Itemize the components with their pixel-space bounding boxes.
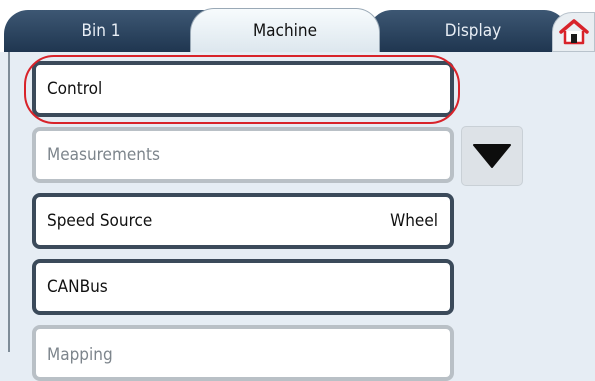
menu-item-label: CANBus: [47, 277, 108, 297]
home-icon: [558, 19, 589, 45]
menu-item-mapping[interactable]: Mapping: [32, 325, 454, 381]
tab-display[interactable]: Display: [368, 10, 568, 52]
tab-display-label: Display: [444, 21, 502, 41]
menu-item-label: Speed Source: [47, 211, 153, 231]
tab-machine-label: Machine: [252, 20, 318, 41]
scroll-down-button[interactable]: [461, 126, 523, 186]
menu-item-control[interactable]: Control: [32, 61, 454, 117]
menu-item-label: Control: [47, 79, 103, 99]
tab-machine[interactable]: Machine: [190, 8, 380, 52]
tab-bar: Bin 1 Display Machine: [0, 0, 595, 52]
triangle-down-icon: [473, 144, 511, 168]
menu-item-value: Wheel: [390, 211, 438, 231]
menu-item-speed-source[interactable]: Speed Source Wheel: [32, 193, 454, 249]
tab-bin-1-label: Bin 1: [81, 21, 121, 41]
menu-item-label: Mapping: [47, 345, 113, 365]
menu-item-label: Measurements: [47, 145, 160, 165]
menu-item-canbus[interactable]: CANBus: [32, 259, 454, 315]
home-button[interactable]: [552, 12, 595, 52]
menu-item-measurements[interactable]: Measurements: [32, 127, 454, 183]
